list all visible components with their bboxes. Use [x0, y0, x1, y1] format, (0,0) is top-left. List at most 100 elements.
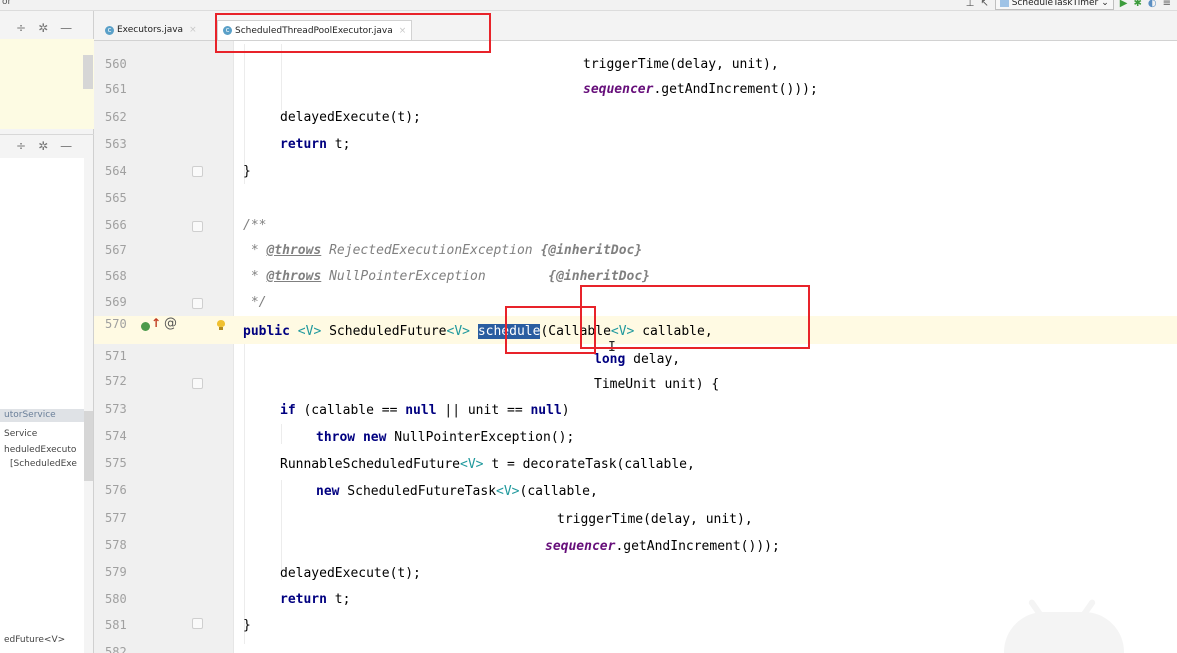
- line-number: 579: [105, 565, 127, 579]
- fold-marker[interactable]: [192, 298, 203, 309]
- close-icon[interactable]: ×: [189, 25, 197, 35]
- annotation-icon[interactable]: @: [164, 316, 177, 331]
- selected-text: schedule: [477, 324, 541, 339]
- fold-marker[interactable]: [192, 378, 203, 389]
- line-number: 564: [105, 164, 127, 178]
- scrollbar[interactable]: [84, 411, 93, 481]
- line-number: 580: [105, 592, 127, 606]
- project-panel: ÷ ✲ — ÷ ✲ — utorService Service heduledE…: [0, 11, 94, 653]
- watermark-logo: [1004, 598, 1124, 653]
- search-icon[interactable]: ↖: [980, 0, 988, 9]
- code-line-571: long delay,: [594, 352, 681, 367]
- code-line-578: sequencer.getAndIncrement()));: [545, 539, 780, 554]
- fold-marker[interactable]: [192, 221, 203, 232]
- coverage-icon[interactable]: ◐: [1148, 0, 1157, 9]
- list-item[interactable]: edFuture<V>: [0, 634, 84, 647]
- intention-bulb-icon[interactable]: [217, 320, 225, 330]
- line-number: 566: [105, 218, 127, 232]
- code-line-579: delayedExecute(t);: [280, 566, 421, 581]
- line-number: 563: [105, 137, 127, 151]
- code-line-577: triggerTime(delay, unit),: [557, 512, 753, 527]
- run-configuration-select[interactable]: ScheduleTaskTimer ⌄: [994, 0, 1114, 10]
- collapse-icon[interactable]: ÷: [16, 139, 26, 153]
- tab-label: Executors.java: [117, 25, 184, 35]
- code-line-575: RunnableScheduledFuture<V> t = decorateT…: [280, 457, 695, 472]
- line-number: 578: [105, 538, 127, 552]
- list-item[interactable]: heduledExecuto: [0, 444, 84, 457]
- scrollbar[interactable]: [83, 55, 93, 89]
- hide-icon[interactable]: —: [60, 139, 72, 153]
- code-line-574: throw new NullPointerException();: [316, 430, 575, 445]
- panel-area: [0, 39, 94, 129]
- indent-guide: [244, 44, 245, 184]
- line-number: 573: [105, 402, 127, 416]
- code-line-561: sequencer.getAndIncrement()));: [583, 82, 818, 97]
- code-editor[interactable]: [234, 41, 1177, 653]
- text-cursor-icon: I: [608, 340, 616, 355]
- list-item[interactable]: [ScheduledExe: [0, 458, 84, 471]
- line-number: 576: [105, 483, 127, 497]
- gear-icon[interactable]: ✲: [38, 21, 48, 35]
- line-number: 582: [105, 645, 127, 653]
- line-number: 561: [105, 82, 127, 96]
- line-number: 569: [105, 295, 127, 309]
- code-line-562: delayedExecute(t);: [280, 110, 421, 125]
- run-icon[interactable]: ▶: [1120, 0, 1128, 9]
- indent-guide: [244, 344, 245, 644]
- chevron-down-icon: ⌄: [1101, 0, 1109, 8]
- editor-tabs: c Executors.java × c ScheduledThreadPool…: [94, 11, 1177, 41]
- code-line-576: new ScheduledFutureTask<V>(callable,: [316, 484, 598, 499]
- title-bar: or ⊥ ↖ ScheduleTaskTimer ⌄ ▶ ✱ ◐ ≡: [0, 0, 1177, 11]
- close-icon[interactable]: ×: [399, 26, 407, 36]
- code-line-567: * @throws RejectedExecutionException {@i…: [243, 243, 643, 258]
- debug-icon[interactable]: ✱: [1133, 0, 1141, 9]
- line-number-gutter[interactable]: [94, 41, 234, 653]
- code-line-573: if (callable == null || unit == null): [280, 403, 570, 418]
- panel-toolbar: ÷ ✲ —: [0, 17, 94, 39]
- line-number: 567: [105, 243, 127, 257]
- line-number: 562: [105, 110, 127, 124]
- line-number: 560: [105, 57, 127, 71]
- code-line-569: */: [243, 295, 267, 310]
- more-icon[interactable]: ≡: [1163, 0, 1171, 9]
- line-number: 574: [105, 429, 127, 443]
- line-number: 577: [105, 511, 127, 525]
- code-line-570: public <V> ScheduledFuture<V> schedule(C…: [243, 324, 713, 339]
- class-icon: c: [105, 25, 114, 35]
- code-line-566: /**: [243, 218, 267, 233]
- implementation-icon[interactable]: [141, 322, 150, 331]
- indent-guide: [281, 424, 282, 444]
- collapse-icon[interactable]: ÷: [16, 21, 26, 35]
- list-item[interactable]: utorService: [0, 409, 84, 422]
- config-icon: [999, 0, 1009, 7]
- code-line-580: return t;: [280, 592, 351, 607]
- structure-list: utorService Service heduledExecuto [Sche…: [0, 158, 84, 653]
- code-line-581: }: [243, 618, 251, 633]
- run-toolbar: ⊥ ↖ ScheduleTaskTimer ⌄ ▶ ✱ ◐ ≡: [966, 0, 1171, 10]
- window-title-fragment: or: [2, 0, 12, 7]
- overrides-up-icon[interactable]: ↑: [151, 316, 161, 330]
- gear-icon[interactable]: ✲: [38, 139, 48, 153]
- list-item[interactable]: Service: [0, 428, 84, 441]
- structure-toolbar: ÷ ✲ —: [0, 134, 94, 156]
- code-line-572: TimeUnit unit) {: [594, 377, 720, 392]
- hide-icon[interactable]: —: [60, 21, 72, 35]
- line-number: 571: [105, 349, 127, 363]
- code-line-560: triggerTime(delay, unit),: [583, 57, 779, 72]
- fold-marker[interactable]: [192, 618, 203, 629]
- indent-guide: [281, 44, 282, 110]
- code-line-563: return t;: [280, 137, 351, 152]
- run-configuration-label: ScheduleTaskTimer: [1011, 0, 1099, 8]
- line-number: 570: [105, 317, 127, 331]
- line-number: 568: [105, 269, 127, 283]
- line-number: 581: [105, 618, 127, 632]
- line-number: 572: [105, 374, 127, 388]
- build-icon[interactable]: ⊥: [966, 0, 975, 9]
- line-number: 575: [105, 456, 127, 470]
- class-icon: c: [223, 26, 232, 35]
- indent-guide: [281, 480, 282, 580]
- tab-scheduledthreadpoolexecutor[interactable]: c ScheduledThreadPoolExecutor.java ×: [217, 20, 413, 40]
- tab-executors[interactable]: c Executors.java ×: [100, 20, 202, 40]
- code-line-568: * @throws NullPointerException {@inherit…: [243, 269, 651, 284]
- fold-marker[interactable]: [192, 166, 203, 177]
